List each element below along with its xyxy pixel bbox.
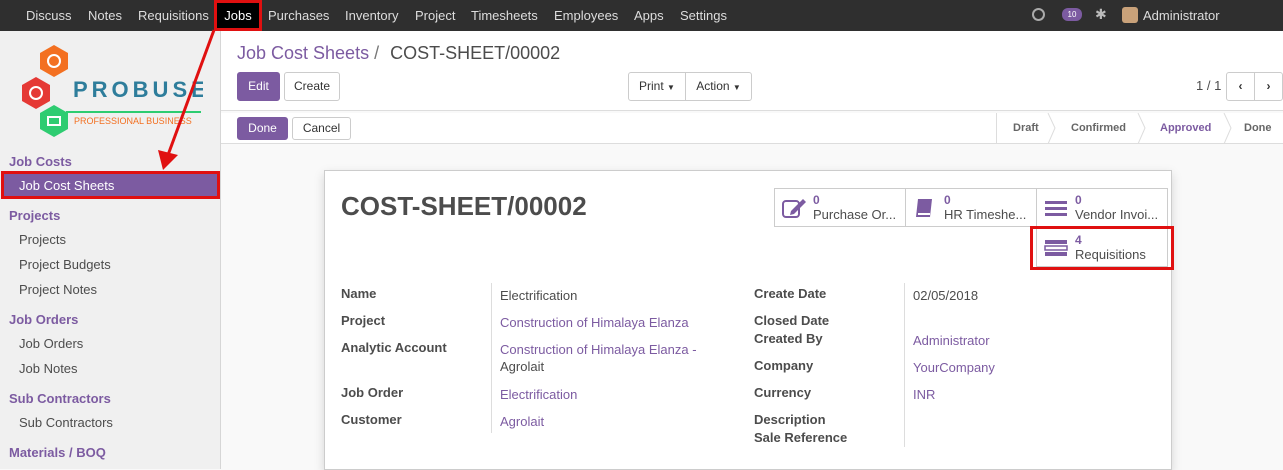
sidebar-item-project-budgets[interactable]: Project Budgets (19, 257, 111, 272)
field-analytic-account-value-line2[interactable]: Agrolait (500, 359, 544, 374)
breadcrumb-parent[interactable]: Job Cost Sheets (237, 43, 369, 63)
sidebar: PROBUSE PROFESSIONAL BUSINESS Job Costs … (0, 31, 221, 469)
smart-count: 0 (813, 193, 820, 207)
pencil-square-icon (782, 199, 806, 218)
sidebar-item-job-orders[interactable]: Job Orders (19, 336, 83, 351)
avatar[interactable] (1122, 7, 1138, 23)
label-job-order: Job Order (341, 385, 404, 400)
chevron-right-icon: › (1266, 79, 1271, 93)
logo-tagline: PROFESSIONAL BUSINESS (74, 116, 192, 126)
pager-previous-button[interactable]: ‹ (1226, 72, 1255, 101)
caret-down-icon: ▼ (732, 83, 741, 92)
create-button[interactable]: Create (284, 72, 340, 101)
sidebar-group-sub-contractors: Sub Contractors (9, 391, 111, 406)
user-menu[interactable]: Administrator (material... (1143, 0, 1283, 54)
label-company: Company (754, 358, 814, 373)
field-company-value[interactable]: YourCompany (913, 360, 995, 375)
field-create-date-value[interactable]: 02/05/2018 (913, 288, 978, 303)
menu-timesheets[interactable]: Timesheets (471, 0, 538, 31)
smart-count: 0 (944, 193, 951, 207)
sidebar-item-label: Job Cost Sheets (19, 178, 115, 193)
breadcrumb-current: COST-SHEET/00002 (390, 43, 561, 63)
label-create-date: Create Date (754, 286, 827, 301)
smart-label: Vendor Invoi... (1075, 207, 1159, 222)
label-project: Project (341, 313, 386, 328)
label-customer: Customer (341, 412, 402, 427)
smart-count: 0 (1075, 193, 1082, 207)
field-name-value[interactable]: Electrification (500, 288, 577, 303)
field-job-order-value[interactable]: Electrification (500, 387, 577, 402)
logo-name: PROBUSE (73, 77, 203, 102)
field-analytic-account-value[interactable]: Construction of Himalaya Elanza - (500, 342, 697, 357)
label-closed-date: Closed Date (754, 313, 830, 328)
vendor-invoices-button[interactable]: 0 Vendor Invoi... (1036, 188, 1168, 227)
label-description: Description (754, 412, 826, 427)
purchase-orders-button[interactable]: 0 Purchase Or... (774, 188, 906, 227)
print-label: Print (639, 79, 664, 93)
label-name: Name (341, 286, 377, 301)
field-customer-value[interactable]: Agrolait (500, 414, 544, 429)
done-button[interactable]: Done (237, 117, 288, 140)
top-navbar: Discuss Notes Requisitions Jobs Purchase… (0, 0, 1283, 54)
control-panel: Job Cost Sheets / COST-SHEET/00002 Edit … (221, 31, 1283, 111)
bug-icon[interactable]: ✱ (1095, 6, 1107, 23)
menu-discuss[interactable]: Discuss (26, 0, 72, 31)
menu-jobs[interactable]: Jobs (214, 0, 262, 31)
field-project-value[interactable]: Construction of Himalaya Elanza (500, 315, 689, 330)
pager-next-button[interactable]: › (1254, 72, 1283, 101)
highlight-requisitions (1030, 226, 1174, 270)
field-currency-value[interactable]: INR (913, 387, 935, 402)
chevron-left-icon: ‹ (1238, 79, 1243, 93)
sidebar-item-job-cost-sheets[interactable]: Job Cost Sheets (1, 171, 220, 199)
smart-label: Purchase Or... (813, 207, 897, 222)
chat-icon[interactable]: 10 (1062, 8, 1082, 21)
caret-down-icon: ▼ (667, 83, 675, 92)
field-created-by-value[interactable]: Administrator (913, 333, 990, 348)
edit-button[interactable]: Edit (237, 72, 280, 101)
breadcrumb-separator: / (374, 43, 380, 63)
menu-employees[interactable]: Employees (554, 0, 618, 31)
field-divider (904, 283, 905, 447)
book-icon (916, 199, 932, 217)
label-created-by: Created By (754, 331, 823, 346)
menu-requisitions[interactable]: Requisitions (138, 0, 209, 31)
label-sale-reference: Sale Reference (754, 430, 848, 445)
sidebar-item-job-notes[interactable]: Job Notes (19, 361, 78, 376)
sidebar-group-job-orders: Job Orders (9, 312, 79, 327)
action-label: Action (696, 79, 730, 93)
status-separators (1047, 113, 1232, 144)
sidebar-item-project-notes[interactable]: Project Notes (19, 282, 97, 297)
pager-value[interactable]: 1 / 1 (1196, 78, 1221, 93)
sidebar-group-projects: Projects (9, 208, 61, 223)
form-sheet: COST-SHEET/00002 0 Purchase Or... 0 HR T… (324, 170, 1172, 470)
menu-project[interactable]: Project (415, 0, 455, 31)
status-steps: Draft Confirmed Approved Done (996, 113, 1283, 144)
sidebar-group-job-costs: Job Costs (9, 154, 72, 169)
record-title: COST-SHEET/00002 (341, 191, 587, 221)
action-dropdown[interactable]: Action ▼ (685, 72, 752, 101)
menu-settings[interactable]: Settings (680, 0, 727, 31)
cancel-button[interactable]: Cancel (292, 117, 351, 140)
company-logo: PROBUSE PROFESSIONAL BUSINESS (18, 41, 206, 151)
menu-notes[interactable]: Notes (88, 0, 122, 31)
label-analytic-account: Analytic Account (341, 340, 447, 355)
sidebar-group-materials: Materials / BOQ (9, 445, 106, 460)
smart-label: HR Timeshe... (944, 207, 1027, 222)
sidebar-item-sub-contractors[interactable]: Sub Contractors (19, 415, 113, 430)
menu-purchases[interactable]: Purchases (268, 0, 329, 31)
breadcrumb: Job Cost Sheets / COST-SHEET/00002 (237, 43, 560, 64)
field-divider (491, 283, 492, 433)
hr-timesheets-button[interactable]: 0 HR Timeshe... (905, 188, 1037, 227)
clock-icon[interactable] (1032, 8, 1045, 21)
menu-inventory[interactable]: Inventory (345, 0, 398, 31)
list-icon (1045, 201, 1067, 216)
label-currency: Currency (754, 385, 812, 400)
sidebar-item-projects[interactable]: Projects (19, 232, 66, 247)
form-statusbar: Done Cancel Draft Confirmed Approved Don… (221, 113, 1283, 144)
menu-apps[interactable]: Apps (634, 0, 664, 31)
print-dropdown[interactable]: Print ▼ (628, 72, 686, 101)
